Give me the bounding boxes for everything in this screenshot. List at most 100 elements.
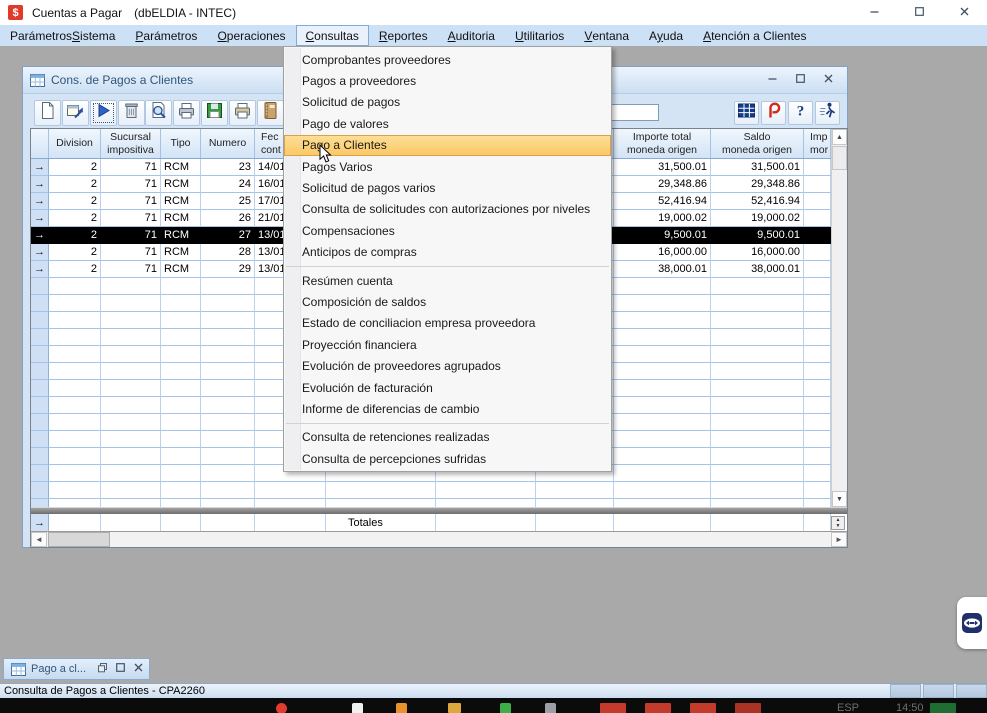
column-header-tipo[interactable]: Tipo [161,129,201,158]
close-icon [823,71,834,89]
cell-sucursal: 71 [101,227,161,244]
menu-item-pago-a-clientes[interactable]: Pago a Clientes [284,135,611,156]
restore-button[interactable] [96,663,108,675]
menu-ayuda[interactable]: Ayuda [639,25,693,46]
menu-item-evolución-de-proveedores-agrupados[interactable]: Evolución de proveedores agrupados [284,355,611,376]
scroll-up-button[interactable]: ▲ [832,129,847,145]
menu-parámetros[interactable]: Parámetros [125,25,207,46]
column-header-numero[interactable]: Numero [201,129,255,158]
cell-tipo: RCM [161,227,201,244]
vertical-scroll-thumb[interactable] [832,146,847,170]
close-button[interactable] [821,73,835,87]
save-button[interactable] [201,100,228,126]
grid-view-button[interactable] [734,101,759,125]
print-preview-button[interactable] [145,100,172,126]
taskbar-app-icon[interactable] [448,703,461,713]
menu-item-pagos-a-proveedores[interactable]: Pagos a proveedores [284,70,611,91]
exit-button[interactable] [815,101,840,125]
maximize-button[interactable] [897,0,942,25]
minimized-window-pago-a-clientes[interactable]: Pago a cl... [3,658,150,680]
column-header-sucursal[interactable]: Sucursalimpositiva [101,129,161,158]
menu-utilitarios[interactable]: Utilitarios [505,25,574,46]
menu-item-solicitud-de-pagos[interactable]: Solicitud de pagos [284,92,611,113]
run-query-button[interactable] [90,100,117,126]
scroll-right-button[interactable]: ► [831,532,847,547]
cell-sel [31,278,49,295]
menu-item-composición-de-saldos[interactable]: Composición de saldos [284,291,611,312]
horizontal-scroll-thumb[interactable] [48,532,110,547]
maximize-icon [914,4,925,22]
menu-auditoria[interactable]: Auditoria [438,25,505,46]
vertical-scrollbar[interactable]: ▲ ▼ [831,129,847,507]
grid-splitter[interactable] [31,507,847,514]
open-record-button[interactable] [62,100,89,126]
column-header-imp2[interactable]: Impmor [804,129,831,158]
menu-item-proyección-financiera[interactable]: Proyección financiera [284,334,611,355]
menu-item-pago-de-valores[interactable]: Pago de valores [284,113,611,134]
close-button[interactable] [132,663,144,675]
menu-ventana[interactable]: Ventana [574,25,639,46]
cell-imp2 [804,499,831,507]
export-button[interactable] [229,100,256,126]
menu-item-evolución-de-facturación[interactable]: Evolución de facturación [284,377,611,398]
cell-division [49,482,101,499]
maximize-button[interactable] [114,663,126,675]
menu-item-informe-de-diferencias-de-cambio[interactable]: Informe de diferencias de cambio [284,398,611,419]
menu-item-comprobantes-proveedores[interactable]: Comprobantes proveedores [284,49,611,70]
taskbar-app-icon[interactable] [500,703,511,713]
menu-reportes[interactable]: Reportes [369,25,438,46]
taskbar-window-button[interactable] [690,703,716,713]
taskbar-app-icon[interactable] [396,703,407,713]
cell-tipo: RCM [161,261,201,278]
scroll-left-button[interactable]: ◄ [31,532,47,547]
close-button[interactable] [942,0,987,25]
taskbar-window-button[interactable] [645,703,671,713]
menu-parámetros-sistema[interactable]: Parámetros Sistema [0,25,125,46]
statusbar-panels [888,684,987,698]
minimize-button[interactable] [852,0,897,25]
taskbar-window-button[interactable] [930,703,956,713]
menu-item-pagos-varios[interactable]: Pagos Varios [284,156,611,177]
cell-imp2 [804,278,831,295]
maximize-button[interactable] [793,73,807,87]
help-button[interactable]: ? [788,101,813,125]
menu-item-estado-de-conciliacion-empresa-proveedora[interactable]: Estado de conciliacion empresa proveedor… [284,313,611,334]
delete-button[interactable] [118,100,145,126]
menu-operaciones[interactable]: Operaciones [207,25,295,46]
horizontal-scrollbar[interactable]: ◄ ► [31,532,847,547]
minimize-button[interactable] [765,73,779,87]
column-header-importe_total[interactable]: Importe totalmoneda origen [614,129,711,158]
taskbar-app-icon[interactable] [352,703,363,713]
column-header-saldo[interactable]: Saldomoneda origen [711,129,804,158]
menu-item-compensaciones[interactable]: Compensaciones [284,220,611,241]
taskbar-clock[interactable]: 14:50 [896,702,924,713]
menu-atención-a-clientes[interactable]: Atención a Clientes [693,25,816,46]
menu-item-solicitud-de-pagos-varios[interactable]: Solicitud de pagos varios [284,177,611,198]
taskbar-language[interactable]: ESP [837,702,859,713]
cell-saldo [711,363,804,380]
cell-sucursal [101,380,161,397]
taskbar-window-button[interactable] [735,703,761,713]
scroll-down-button[interactable]: ▼ [832,491,847,507]
taskbar-window-button[interactable] [600,703,626,713]
menu-item-resúmen-cuenta[interactable]: Resúmen cuenta [284,270,611,291]
graph-button[interactable] [761,101,786,125]
statusbar-text: Consulta de Pagos a Clientes - CPA2260 [0,684,205,698]
menu-consultas[interactable]: Consultas [296,25,369,46]
teamviewer-tab[interactable] [957,597,987,649]
column-header-division[interactable]: Division [49,129,101,158]
menu-item-anticipos-de-compras[interactable]: Anticipos de compras [284,242,611,263]
new-document-button[interactable] [34,100,61,126]
taskbar-app-icon[interactable] [545,703,556,713]
menu-item-consulta-de-solicitudes-con-autorizaciones-por-niveles[interactable]: Consulta de solicitudes con autorizacion… [284,199,611,220]
totals-spinner[interactable]: ▲▼ [831,516,845,530]
cell-saldo [711,329,804,346]
print-button[interactable] [173,100,200,126]
column-header-sel[interactable] [31,129,49,158]
contacts-button[interactable] [257,100,284,126]
totals-cell-fecha [255,514,326,531]
minimized-window-title: Pago a cl... [31,663,86,675]
menu-item-consulta-de-retenciones-realizadas[interactable]: Consulta de retenciones realizadas [284,427,611,448]
menu-item-consulta-de-percepciones-sufridas[interactable]: Consulta de percepciones sufridas [284,448,611,469]
taskbar-app-icon[interactable] [276,703,287,713]
